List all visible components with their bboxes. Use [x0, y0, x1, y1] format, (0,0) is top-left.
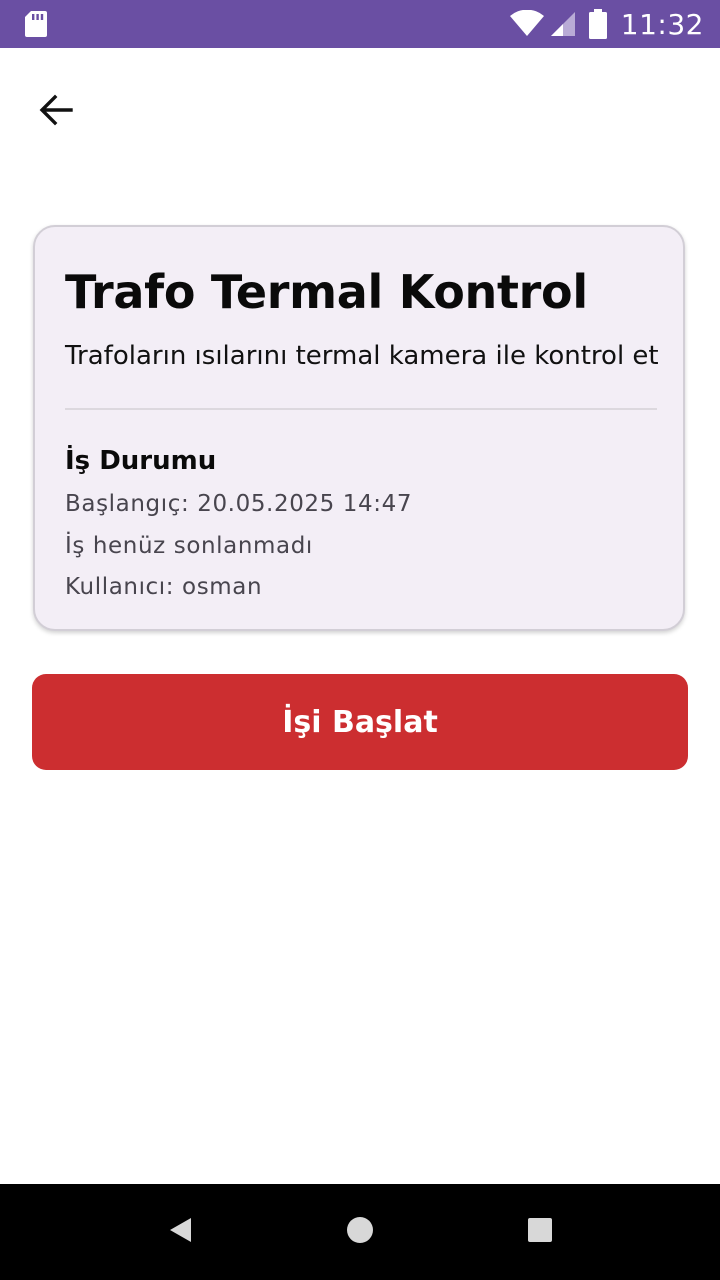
battery-icon: [588, 9, 607, 39]
status-icons: 11:32: [509, 0, 704, 48]
task-start-time: Başlangıç: 20.05.2025 14:47: [65, 491, 413, 517]
signal-icon: [549, 10, 577, 38]
nav-recents-icon: [525, 1215, 555, 1250]
system-nav-bar: [0, 1184, 720, 1280]
nav-home-icon: [345, 1215, 375, 1250]
task-status-heading: İş Durumu: [65, 446, 217, 476]
nav-home-button[interactable]: [336, 1208, 384, 1256]
task-end-status: İş henüz sonlanmadı: [65, 533, 313, 559]
status-clock: 11:32: [620, 7, 704, 41]
task-title: Trafo Termal Kontrol: [65, 265, 588, 319]
nav-back-icon: [165, 1215, 195, 1250]
nav-back-button[interactable]: [156, 1208, 204, 1256]
card-divider: [65, 408, 657, 410]
task-card: Trafo Termal Kontrol Trafoların ısıların…: [33, 225, 685, 631]
status-bar: 11:32: [0, 0, 720, 48]
sd-card-icon: [24, 10, 48, 38]
nav-recents-button[interactable]: [516, 1208, 564, 1256]
back-button[interactable]: [24, 80, 88, 144]
arrow-back-icon: [38, 92, 74, 133]
task-user: Kullanıcı: osman: [65, 574, 263, 600]
wifi-icon: [509, 9, 545, 38]
start-task-button[interactable]: İşi Başlat: [32, 674, 688, 770]
task-description: Trafoların ısılarını termal kamera ile k…: [65, 341, 659, 371]
